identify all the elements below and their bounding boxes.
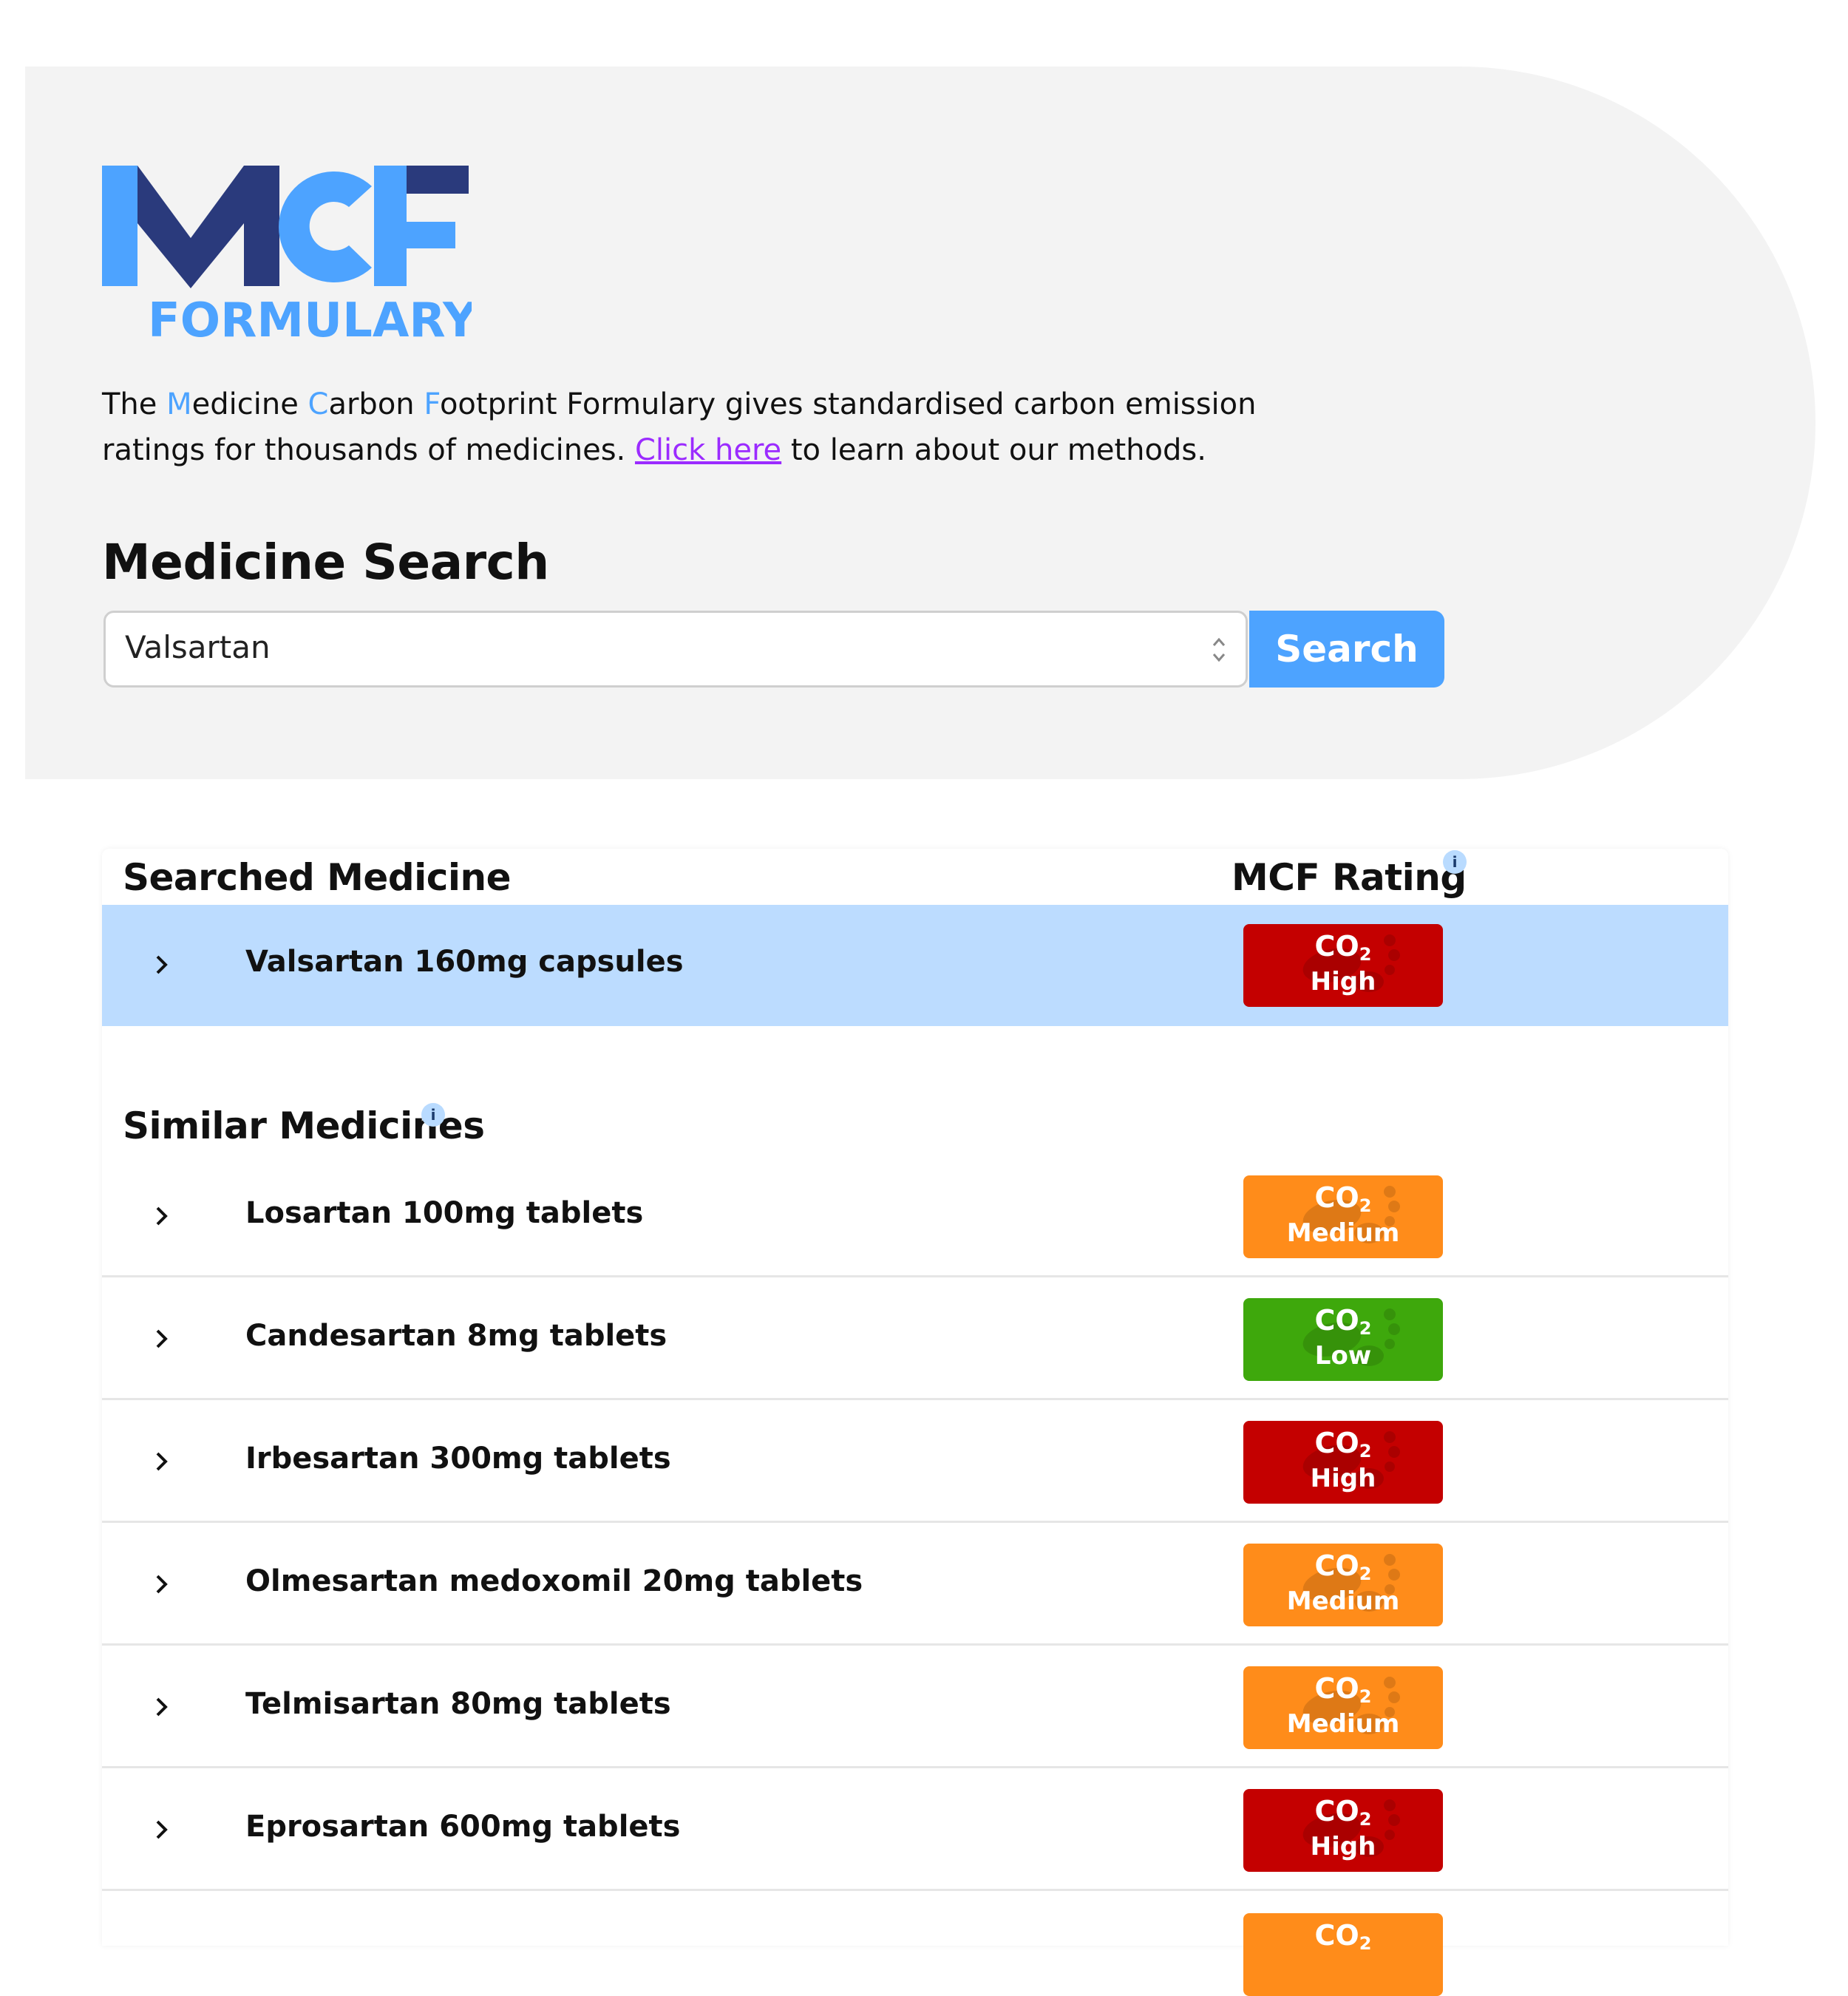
co2-label: CO2 xyxy=(1314,1672,1372,1707)
rating-level: High xyxy=(1310,1832,1376,1861)
rating-badge: CO2 High xyxy=(1243,924,1443,1007)
co2-label: CO2 xyxy=(1314,1795,1372,1830)
methods-link[interactable]: Click here xyxy=(635,433,781,467)
similar-medicine-row[interactable]: Losartan 100mg tablets CO2 Medium xyxy=(102,1156,1728,1277)
medicine-name: Telmisartan 80mg tablets xyxy=(245,1687,671,1721)
results-table: Searched Medicine MCF Rating i Valsartan… xyxy=(102,849,1728,1996)
rating-level: Medium xyxy=(1286,1709,1400,1739)
co2-label: CO2 xyxy=(1314,1304,1372,1339)
rating-level: Low xyxy=(1314,1341,1372,1371)
co2-label: CO2 xyxy=(1314,1549,1372,1584)
chevron-right-icon[interactable] xyxy=(151,1696,173,1718)
medicine-search-title: Medicine Search xyxy=(102,534,549,591)
co2-label: CO2 xyxy=(1314,1427,1372,1462)
search-button[interactable]: Search xyxy=(1249,611,1444,688)
searched-medicine-row[interactable]: Valsartan 160mg capsules CO2 High xyxy=(102,905,1728,1026)
medicine-name: Olmesartan medoxomil 20mg tablets xyxy=(245,1564,863,1598)
chevron-right-icon[interactable] xyxy=(151,954,173,976)
rating-badge: CO2 Medium xyxy=(1243,1666,1443,1749)
medicine-name: Irbesartan 300mg tablets xyxy=(245,1442,671,1476)
co2-label: CO2 xyxy=(1314,1919,1372,1954)
rating-badge-partial: CO2 xyxy=(1243,1913,1443,1996)
similar-medicine-row[interactable]: Eprosartan 600mg tablets CO2 High xyxy=(102,1770,1728,1891)
co2-label: CO2 xyxy=(1314,930,1372,965)
medicine-name: Valsartan 160mg capsules xyxy=(245,945,684,979)
rating-badge: CO2 Medium xyxy=(1243,1175,1443,1258)
mcf-formulary-logo[interactable]: FORMULARY xyxy=(102,157,472,342)
intro-text: The Medicine Carbon Footprint Formulary … xyxy=(102,387,1257,467)
mcf-rating-header: MCF Rating xyxy=(1232,856,1467,899)
rating-level: Medium xyxy=(1286,1586,1400,1616)
similar-info-icon[interactable]: i xyxy=(421,1103,445,1127)
similar-medicine-row[interactable]: Irbesartan 300mg tablets CO2 High xyxy=(102,1402,1728,1523)
medicine-search-input[interactable]: Valsartan xyxy=(103,611,1248,688)
chevron-right-icon[interactable] xyxy=(151,1328,173,1350)
rating-level: Medium xyxy=(1286,1218,1400,1248)
similar-medicine-row[interactable]: Olmesartan medoxomil 20mg tablets CO2 Medi… xyxy=(102,1524,1728,1646)
co2-label: CO2 xyxy=(1314,1181,1372,1216)
rating-info-icon[interactable]: i xyxy=(1443,850,1467,874)
chevron-right-icon[interactable] xyxy=(151,1450,173,1473)
rating-badge: CO2 Low xyxy=(1243,1298,1443,1381)
medicine-name: Eprosartan 600mg tablets xyxy=(245,1810,681,1844)
rating-badge: CO2 High xyxy=(1243,1421,1443,1504)
chevron-right-icon[interactable] xyxy=(151,1819,173,1841)
rating-level: High xyxy=(1310,1464,1376,1493)
search-input-value: Valsartan xyxy=(125,629,271,665)
rating-level: High xyxy=(1310,967,1376,997)
rating-badge: CO2 High xyxy=(1243,1789,1443,1872)
chevron-right-icon[interactable] xyxy=(151,1573,173,1595)
logo-subtitle: FORMULARY xyxy=(148,293,472,342)
medicine-name: Losartan 100mg tablets xyxy=(245,1196,644,1230)
medicine-name: Candesartan 8mg tablets xyxy=(245,1319,667,1353)
rating-badge: CO2 Medium xyxy=(1243,1544,1443,1626)
similar-medicine-row[interactable]: Candesartan 8mg tablets CO2 Low xyxy=(102,1279,1728,1400)
searched-medicine-header: Searched Medicine xyxy=(123,856,512,899)
chevron-right-icon[interactable] xyxy=(151,1205,173,1227)
stepper-icon[interactable] xyxy=(1210,634,1228,666)
similar-medicine-row[interactable]: Telmisartan 80mg tablets CO2 Medium xyxy=(102,1647,1728,1768)
